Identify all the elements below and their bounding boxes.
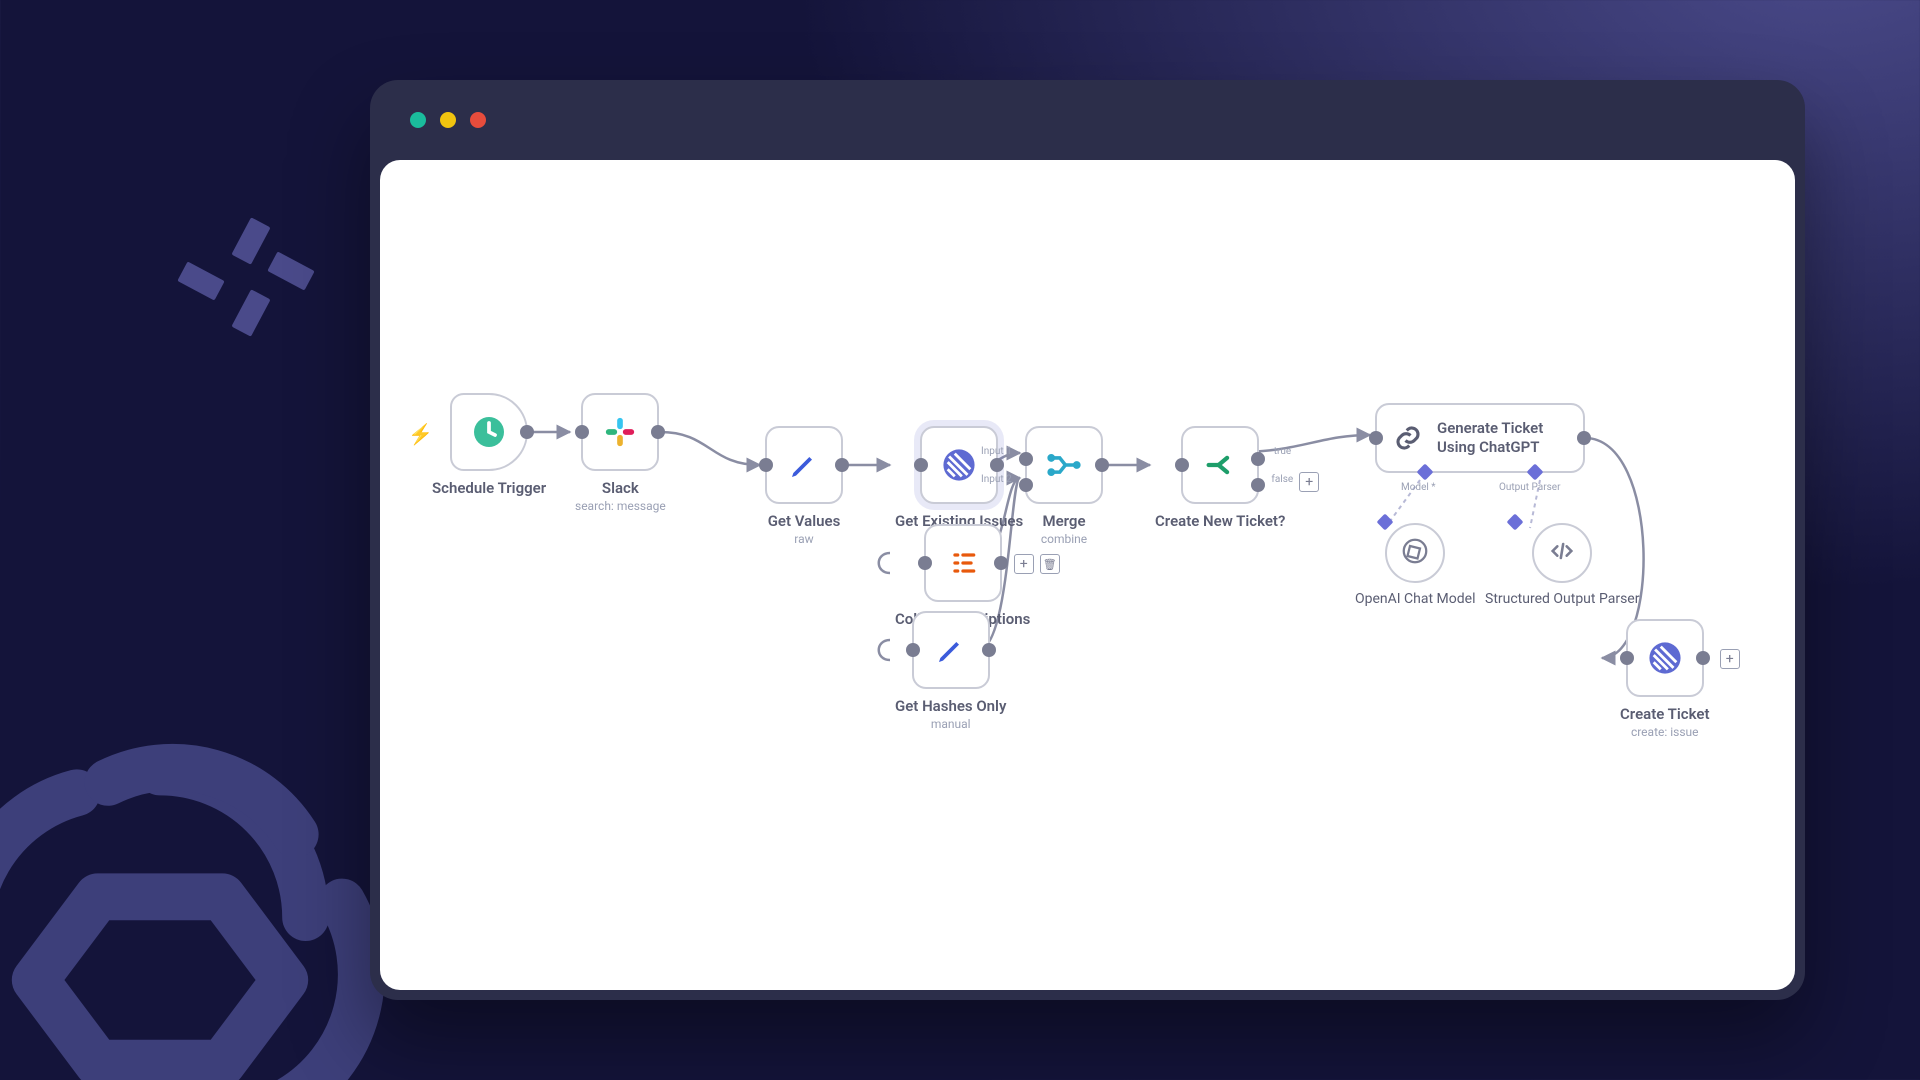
node-get-hashes-only[interactable]: Get Hashes Only manual — [895, 611, 1006, 731]
node-subtitle: create: issue — [1631, 725, 1699, 739]
workflow-canvas[interactable]: ⚡ Schedule Trigger — [380, 160, 1795, 990]
merge-icon — [1044, 445, 1084, 485]
slot-label-model: Model * — [1401, 482, 1436, 493]
traffic-minimize-icon[interactable] — [440, 112, 456, 128]
port-label-input2: Input 2 — [981, 474, 1012, 485]
node-label: Merge — [1042, 512, 1085, 530]
delete-node-button[interactable]: 🗑 — [1040, 554, 1060, 574]
node-get-values[interactable]: Get Values raw — [765, 426, 843, 546]
node-create-ticket[interactable]: + Create Ticket create: issue — [1620, 619, 1709, 739]
trigger-bolt-icon: ⚡ — [408, 422, 433, 446]
node-subtitle: raw — [794, 532, 813, 546]
linear-icon — [1645, 638, 1685, 678]
node-slack[interactable]: Slack search: message — [575, 393, 666, 513]
node-label: Create New Ticket? — [1155, 512, 1285, 530]
add-node-button[interactable]: + — [1720, 649, 1740, 669]
port-label-false: false — [1271, 474, 1293, 485]
node-generate-ticket-chatgpt[interactable]: Generate Ticket Using ChatGPT Model * Ou… — [1375, 403, 1585, 473]
chain-icon — [1393, 418, 1423, 458]
node-subtitle: manual — [931, 717, 971, 731]
clock-icon — [469, 412, 509, 452]
subnode-openai-chat-model[interactable]: OpenAI Chat Model — [1355, 523, 1475, 608]
pencil-icon — [931, 630, 971, 670]
list-icon — [943, 543, 983, 583]
port-label-input1: Input 1 — [981, 446, 1012, 457]
port-label-true: true — [1274, 446, 1291, 457]
code-icon — [1548, 537, 1576, 569]
node-schedule-trigger[interactable]: Schedule Trigger — [432, 393, 546, 497]
window-titlebar — [370, 80, 1805, 160]
linear-icon — [939, 445, 979, 485]
slack-icon — [600, 412, 640, 452]
node-label: Get Hashes Only — [895, 697, 1006, 715]
slot-label-parser: Output Parser — [1499, 482, 1560, 493]
node-label: Generate Ticket Using ChatGPT — [1437, 419, 1567, 457]
add-node-button[interactable]: + — [1299, 472, 1319, 492]
add-node-button[interactable]: + — [1014, 554, 1034, 574]
subnode-label: Structured Output Parser — [1485, 591, 1639, 608]
subnode-label: OpenAI Chat Model — [1355, 591, 1475, 608]
node-label: Schedule Trigger — [432, 479, 546, 497]
branch-icon — [1200, 445, 1240, 485]
node-label: Get Values — [768, 512, 841, 530]
openai-icon — [1400, 536, 1430, 570]
node-label: Slack — [602, 479, 639, 497]
node-subtitle: combine — [1041, 532, 1087, 546]
traffic-close-icon[interactable] — [410, 112, 426, 128]
subnode-structured-output-parser[interactable]: Structured Output Parser — [1485, 523, 1639, 608]
node-subtitle: search: message — [575, 499, 666, 513]
node-label: Create Ticket — [1620, 705, 1709, 723]
node-merge[interactable]: Input 1 Input 2 Merge combine — [1025, 426, 1103, 546]
app-window: ⚡ Schedule Trigger — [370, 80, 1805, 1000]
node-create-new-ticket-if[interactable]: true false + Create New Ticket? — [1155, 426, 1285, 530]
decorative-plus-icon — [200, 240, 320, 360]
openai-logo-icon — [0, 720, 420, 1080]
traffic-zoom-icon[interactable] — [470, 112, 486, 128]
pencil-icon — [784, 445, 824, 485]
